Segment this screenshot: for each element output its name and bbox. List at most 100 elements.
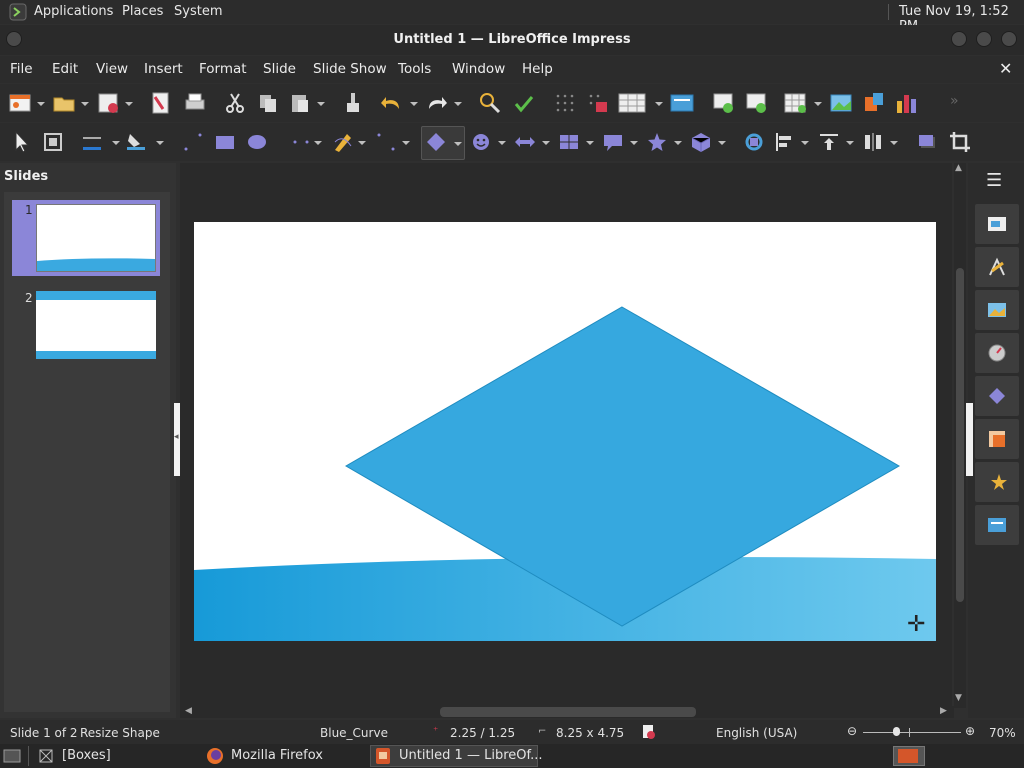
curve-dropdown[interactable]	[358, 141, 366, 145]
document-modified-icon[interactable]	[642, 724, 656, 740]
menu-file[interactable]: File	[10, 61, 33, 77]
menu-view[interactable]: View	[96, 61, 128, 77]
undo-icon[interactable]	[380, 91, 404, 115]
symbol-shapes-icon[interactable]	[469, 130, 493, 154]
vertical-scroll-thumb[interactable]	[956, 268, 964, 602]
new-dropdown[interactable]	[37, 102, 45, 106]
applications-menu[interactable]: Applications	[34, 4, 113, 19]
zoom-out-icon[interactable]: ⊖	[847, 724, 857, 738]
callout-icon[interactable]	[601, 130, 625, 154]
sidebar-shapes-button[interactable]	[975, 376, 1019, 416]
scroll-down-icon[interactable]: ▼	[955, 693, 962, 703]
redo-icon[interactable]	[424, 91, 448, 115]
3d-objects-dropdown[interactable]	[718, 141, 726, 145]
menu-window[interactable]: Window	[452, 61, 505, 77]
diamond-shape[interactable]	[345, 306, 901, 628]
system-menu[interactable]: System	[174, 4, 222, 19]
curve-icon[interactable]	[331, 130, 355, 154]
arrange-icon[interactable]	[817, 130, 841, 154]
sidebar-gallery-button[interactable]	[975, 290, 1019, 330]
maximize-button[interactable]	[976, 31, 992, 47]
menu-insert[interactable]: Insert	[144, 61, 183, 77]
zoom-in-icon[interactable]: ⊕	[965, 724, 975, 738]
cut-icon[interactable]	[223, 91, 247, 115]
insert-chart-icon[interactable]	[895, 91, 919, 115]
sidebar-animation-button[interactable]	[975, 462, 1019, 502]
line-color-icon[interactable]	[80, 130, 104, 154]
sidebar-slide-transition-button[interactable]	[975, 419, 1019, 459]
open-dropdown[interactable]	[81, 102, 89, 106]
rectangle-icon[interactable]	[213, 130, 237, 154]
print-icon[interactable]	[183, 91, 207, 115]
master-slide-name[interactable]: Blue_Curve	[320, 726, 388, 740]
menu-slide[interactable]: Slide	[263, 61, 296, 77]
scroll-right-icon[interactable]: ▶	[940, 706, 947, 716]
taskbar-firefox[interactable]: Mozilla Firefox	[231, 748, 323, 763]
zoom-pan-icon[interactable]	[42, 130, 66, 154]
helplines-icon[interactable]	[586, 91, 610, 115]
find-replace-icon[interactable]	[478, 91, 502, 115]
sidebar-properties-button[interactable]	[975, 204, 1019, 244]
horizontal-scroll-thumb[interactable]	[440, 707, 696, 717]
zoom-slider-track[interactable]	[863, 732, 961, 733]
slide-layout-icon[interactable]	[784, 91, 808, 115]
basic-shapes-dropdown[interactable]	[454, 142, 462, 146]
zoom-percentage[interactable]: 70%	[989, 726, 1016, 740]
line-color-dropdown[interactable]	[112, 141, 120, 145]
lines-arrows-dropdown[interactable]	[314, 141, 322, 145]
connectors-dropdown[interactable]	[402, 141, 410, 145]
fill-color-dropdown[interactable]	[156, 141, 164, 145]
stars-icon[interactable]	[645, 130, 669, 154]
image-icon[interactable]	[670, 91, 694, 115]
fill-color-icon[interactable]	[124, 130, 148, 154]
insert-media-icon[interactable]	[862, 91, 886, 115]
new-icon[interactable]	[8, 91, 32, 115]
flowchart-dropdown[interactable]	[586, 141, 594, 145]
undo-dropdown[interactable]	[410, 102, 418, 106]
close-window-button[interactable]	[1001, 31, 1017, 47]
copy-icon[interactable]	[256, 91, 280, 115]
diamond-icon[interactable]	[424, 130, 448, 154]
impress-icon[interactable]	[375, 747, 391, 765]
toolbar-overflow-icon[interactable]: »	[950, 93, 959, 109]
stars-dropdown[interactable]	[674, 141, 682, 145]
slide-thumbnail-2[interactable]	[36, 291, 156, 359]
ellipse-icon[interactable]	[245, 130, 269, 154]
language[interactable]: English (USA)	[716, 726, 797, 740]
menu-format[interactable]: Format	[199, 61, 247, 77]
save-dropdown[interactable]	[125, 102, 133, 106]
taskbar-boxes[interactable]: [Boxes]	[62, 748, 111, 763]
zoom-slider-thumb[interactable]	[893, 727, 900, 736]
terminal-app-icon[interactable]	[9, 3, 27, 21]
export-pdf-icon[interactable]	[149, 91, 173, 115]
block-arrows-dropdown[interactable]	[542, 141, 550, 145]
paste-icon[interactable]	[288, 91, 312, 115]
duplicate-slide-icon[interactable]	[745, 91, 769, 115]
crop-icon[interactable]	[948, 130, 972, 154]
clone-formatting-icon[interactable]	[341, 91, 365, 115]
redo-dropdown[interactable]	[454, 102, 462, 106]
minimize-button[interactable]	[951, 31, 967, 47]
arrange-dropdown[interactable]	[846, 141, 854, 145]
sidebar-collapse-handle[interactable]	[966, 403, 973, 476]
lines-arrows-icon[interactable]	[289, 130, 313, 154]
menu-tools[interactable]: Tools	[398, 61, 431, 77]
menu-slide-show[interactable]: Slide Show	[313, 61, 387, 77]
align-icon[interactable]	[773, 130, 797, 154]
menu-edit[interactable]: Edit	[52, 61, 78, 77]
connectors-icon[interactable]	[374, 130, 398, 154]
distribute-icon[interactable]	[861, 130, 885, 154]
flowchart-icon[interactable]	[557, 130, 581, 154]
boxes-window-icon[interactable]	[38, 748, 54, 764]
sidebar-menu-icon[interactable]: ☰	[986, 170, 1002, 191]
table-dropdown[interactable]	[655, 102, 663, 106]
select-arrow-icon[interactable]	[10, 130, 34, 154]
slide-layout-dropdown[interactable]	[814, 102, 822, 106]
taskbar-impress[interactable]: Untitled 1 — LibreOf...	[399, 748, 543, 763]
collapse-left-icon[interactable]: ◂	[174, 432, 179, 442]
show-desktop-icon[interactable]	[3, 748, 21, 764]
shadow-icon[interactable]	[915, 130, 939, 154]
3d-objects-icon[interactable]	[689, 130, 713, 154]
distribute-dropdown[interactable]	[890, 141, 898, 145]
sidebar-master-slides-button[interactable]	[975, 505, 1019, 545]
